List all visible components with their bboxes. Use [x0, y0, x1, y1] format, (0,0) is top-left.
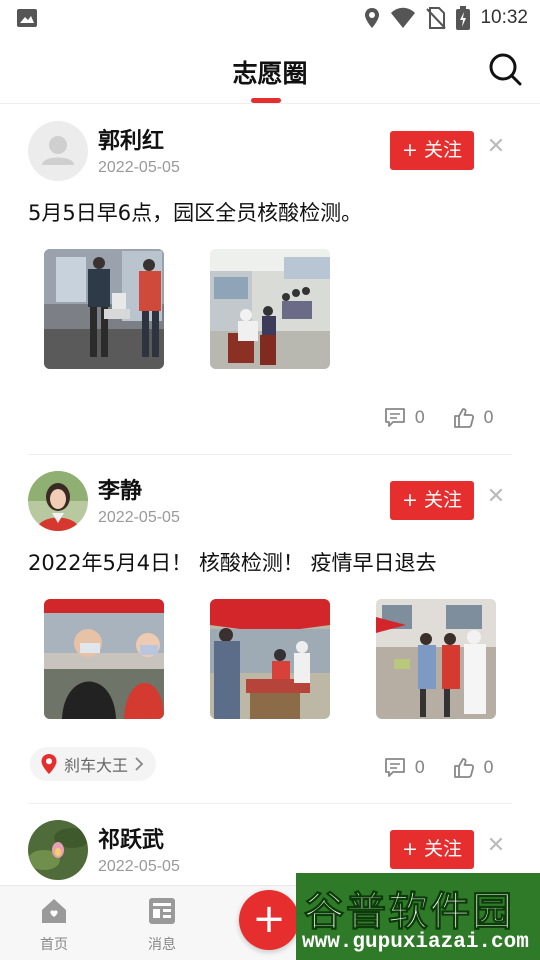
post-text: 5月5日早6点，园区全员核酸检测。: [28, 201, 363, 225]
add-icon: +: [252, 896, 286, 942]
page-title: 志愿圈: [232, 59, 308, 88]
watermark-url: www.gupuxiazai.com: [302, 931, 529, 954]
location-tag[interactable]: 刹车大王: [30, 747, 157, 781]
default-avatar-icon: [42, 136, 74, 165]
post-photo[interactable]: [44, 249, 164, 369]
post-feed[interactable]: 郭利红 2022-05-05 + 关注 ✕ 5月5日早6点，园区全员核酸检测。: [0, 105, 540, 885]
follow-button[interactable]: + 关注: [390, 830, 474, 869]
like-count: 0: [483, 758, 494, 778]
battery-icon: [456, 6, 471, 30]
like-icon: [454, 758, 475, 778]
post-photo[interactable]: [376, 599, 496, 719]
comment-icon: [385, 758, 406, 777]
watermark-logo: 谷普软件园 www.gupuxiazai.com: [296, 873, 540, 960]
wifi-icon: [391, 7, 416, 28]
location-name: 刹车大王: [64, 756, 129, 775]
post-date: 2022-05-05: [98, 858, 180, 875]
comment-button[interactable]: 0: [384, 407, 425, 429]
messages-icon: [149, 898, 175, 924]
avatar[interactable]: [28, 121, 88, 181]
image-icon: [17, 9, 37, 27]
pin-icon: [41, 754, 57, 774]
nav-home[interactable]: 首页: [24, 896, 84, 954]
comment-count: 0: [414, 758, 426, 778]
post-card: 郭利红 2022-05-05 + 关注 ✕ 5月5日早6点，园区全员核酸检测。: [28, 105, 512, 455]
home-icon: [42, 899, 66, 923]
chevron-right-icon: [135, 757, 144, 771]
add-post-button[interactable]: +: [239, 890, 299, 950]
nav-messages-label: 消息: [148, 937, 176, 953]
comment-button[interactable]: 0: [384, 757, 425, 779]
nav-messages[interactable]: 消息: [132, 896, 192, 954]
post-date: 2022-05-05: [98, 509, 180, 526]
close-icon[interactable]: ✕: [484, 135, 508, 159]
user-name[interactable]: 郭利红: [98, 123, 164, 155]
post-photo[interactable]: [210, 599, 330, 719]
avatar[interactable]: [28, 820, 88, 880]
status-bar: 10:32: [0, 0, 540, 36]
top-bar: 志愿圈: [0, 36, 540, 104]
close-icon[interactable]: ✕: [484, 485, 508, 509]
post-photo[interactable]: [210, 249, 330, 369]
follow-button[interactable]: + 关注: [390, 131, 474, 170]
comment-count: 0: [414, 408, 426, 428]
post-date: 2022-05-05: [98, 159, 180, 176]
post-photo[interactable]: [44, 599, 164, 719]
avatar[interactable]: [28, 471, 88, 531]
location-icon: [365, 8, 380, 28]
post-text: 2022年5月4日！ 核酸检测！ 疫情早日退去: [28, 551, 437, 575]
watermark-name: 谷普软件园: [304, 889, 514, 936]
user-name[interactable]: 李静: [98, 473, 142, 505]
title-indicator: [251, 98, 281, 103]
post-card: 李静 2022-05-05 + 关注 ✕ 2022年5月4日！ 核酸检测！ 疫情…: [28, 455, 512, 804]
like-count: 0: [483, 408, 494, 428]
like-icon: [454, 408, 475, 428]
clock: 10:32: [480, 7, 528, 28]
nav-home-label: 首页: [40, 937, 68, 953]
comment-icon: [385, 408, 406, 427]
search-icon[interactable]: [488, 52, 522, 86]
like-button[interactable]: 0: [453, 757, 494, 779]
like-button[interactable]: 0: [453, 407, 494, 429]
no-sim-icon: [426, 7, 447, 29]
close-icon[interactable]: ✕: [484, 834, 508, 858]
user-name[interactable]: 祁跃武: [98, 822, 164, 854]
follow-button[interactable]: + 关注: [390, 481, 474, 520]
